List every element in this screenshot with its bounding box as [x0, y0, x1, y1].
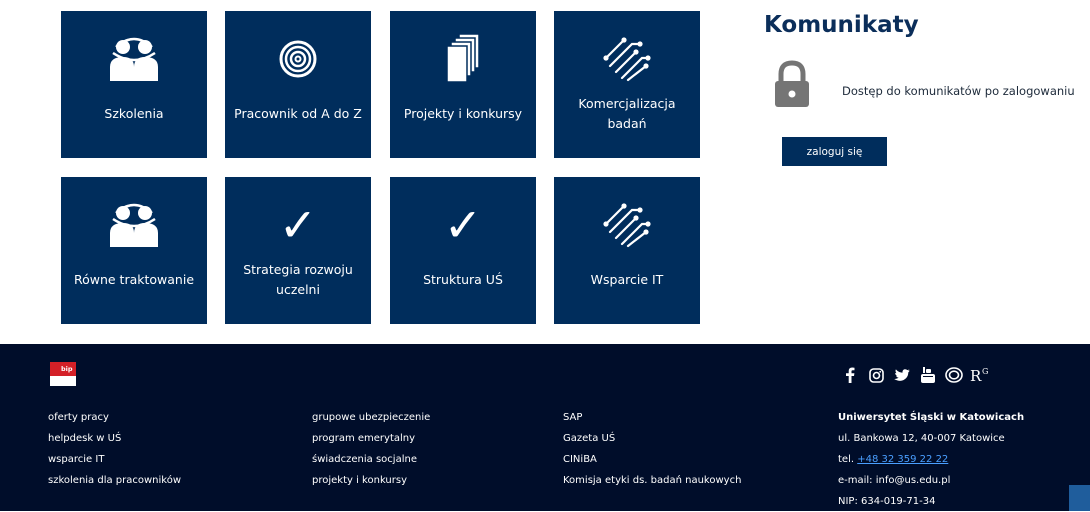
- twitter-icon[interactable]: [889, 365, 915, 385]
- social-links: RG: [837, 365, 993, 385]
- phone-link[interactable]: +48 32 359 22 22: [857, 454, 948, 465]
- facebook-icon[interactable]: [837, 365, 863, 385]
- bip-logo-icon[interactable]: bip: [50, 362, 76, 390]
- address-text: ul. Bankowa 12, 40-007 Katowice: [838, 433, 1005, 444]
- tile-label: Wsparcie IT: [590, 272, 664, 287]
- circuit-icon: [554, 33, 700, 85]
- spiral-icon: [225, 33, 371, 85]
- footer-link-helpdesk[interactable]: helpdesk w UŚ: [48, 428, 181, 449]
- tile-label: Struktura UŚ: [423, 272, 503, 287]
- tile-pracownik-od-a-do-z[interactable]: Pracownik od A do Z: [225, 11, 371, 158]
- checkmark-icon: ✓: [278, 198, 318, 252]
- bip-logo-text: bip: [61, 365, 73, 373]
- circuit-icon: [554, 199, 700, 251]
- footer-links-col-2: grupowe ubezpieczenie program emerytalny…: [312, 407, 430, 491]
- tile-label: Szkolenia: [104, 106, 164, 121]
- orcid-icon[interactable]: [941, 365, 967, 385]
- tile-label: Pracownik od A do Z: [234, 106, 362, 121]
- footer-link-projekty-i-konkursy[interactable]: projekty i konkursy: [312, 470, 430, 491]
- email-text: e-mail: info@us.edu.pl: [838, 475, 951, 486]
- people-icon: [61, 33, 207, 85]
- komunikaty-login-required-text: Dostęp do komunikatów po zalogowaniu: [842, 84, 1075, 98]
- footer-link-grupowe-ubezpieczenie[interactable]: grupowe ubezpieczenie: [312, 407, 430, 428]
- checkmark-icon: ✓: [443, 198, 483, 252]
- tile-komercjalizacja-badan[interactable]: Komercjalizacja badań: [554, 11, 700, 158]
- login-button[interactable]: zaloguj się: [782, 137, 887, 166]
- tile-label: Projekty i konkursy: [403, 106, 523, 121]
- youtube-icon[interactable]: [915, 365, 941, 385]
- svg-text:R: R: [970, 367, 982, 384]
- researchgate-icon[interactable]: RG: [967, 365, 993, 385]
- people-icon: [61, 199, 207, 251]
- footer-link-wsparcie-it[interactable]: wsparcie IT: [48, 449, 181, 470]
- footer-link-ciniba[interactable]: CINiBA: [563, 449, 741, 470]
- tile-projekty-i-konkursy[interactable]: Projekty i konkursy: [390, 11, 536, 158]
- footer-link-gazeta-us[interactable]: Gazeta UŚ: [563, 428, 741, 449]
- university-name: Uniwersytet Śląski w Katowicach: [838, 412, 1025, 423]
- contact-info: Uniwersytet Śląski w Katowicach ul. Bank…: [838, 407, 1024, 512]
- scroll-to-top-button[interactable]: [1069, 485, 1090, 511]
- tile-label: Strategia rozwoju uczelni: [243, 262, 353, 297]
- lock-icon: [774, 60, 810, 112]
- tile-struktura-us[interactable]: ✓ Struktura UŚ: [390, 177, 536, 324]
- footer-link-oferty-pracy[interactable]: oferty pracy: [48, 407, 181, 428]
- footer-links-col-1: oferty pracy helpdesk w UŚ wsparcie IT s…: [48, 407, 181, 491]
- nip-text: NIP: 634-019-71-34: [838, 496, 936, 507]
- footer-link-komisja-etyki[interactable]: Komisja etyki ds. badań naukowych: [563, 470, 741, 491]
- footer-link-program-emerytalny[interactable]: program emerytalny: [312, 428, 430, 449]
- footer-link-swiadczenia-socjalne[interactable]: świadczenia socjalne: [312, 449, 430, 470]
- komunikaty-heading: Komunikaty: [764, 12, 919, 38]
- tile-label: Równe traktowanie: [73, 272, 195, 287]
- footer-links-col-3: SAP Gazeta UŚ CINiBA Komisja etyki ds. b…: [563, 407, 741, 491]
- footer-link-sap[interactable]: SAP: [563, 407, 741, 428]
- tile-szkolenia[interactable]: Szkolenia: [61, 11, 207, 158]
- footer-link-szkolenia-dla-pracownikow[interactable]: szkolenia dla pracowników: [48, 470, 181, 491]
- tile-label: Komercjalizacja badań: [578, 96, 676, 131]
- tile-rowne-traktowanie[interactable]: Równe traktowanie: [61, 177, 207, 324]
- documents-icon: [390, 33, 536, 85]
- footer: bip oferty pracy helpdesk w UŚ wsparcie …: [0, 344, 1090, 511]
- phone-line: tel. +48 32 359 22 22: [838, 449, 1024, 470]
- svg-text:G: G: [982, 367, 988, 376]
- tile-wsparcie-it[interactable]: Wsparcie IT: [554, 177, 700, 324]
- phone-prefix: tel.: [838, 454, 858, 465]
- tile-strategia-rozwoju-uczelni[interactable]: ✓ Strategia rozwoju uczelni: [225, 177, 371, 324]
- instagram-icon[interactable]: [863, 365, 889, 385]
